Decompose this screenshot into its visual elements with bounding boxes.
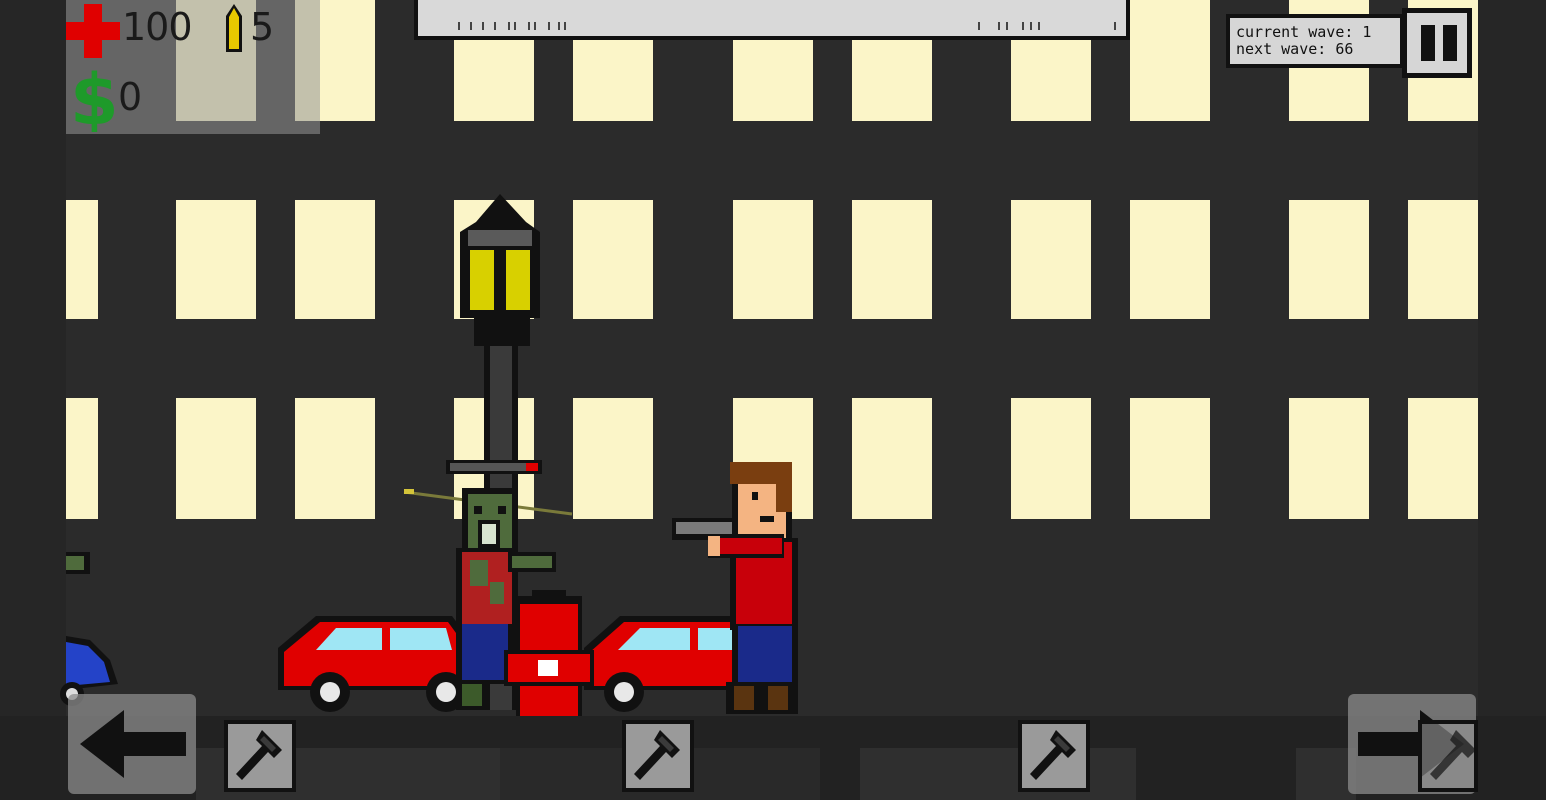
fire-hydrant — [504, 590, 594, 716]
health-cross-icon — [66, 4, 120, 58]
hammer-icon — [634, 730, 680, 780]
minimap-enemy-marker — [564, 22, 566, 30]
red-car — [278, 616, 470, 712]
minimap-enemy-marker — [508, 22, 510, 30]
ammo-value: 5 — [250, 5, 274, 49]
hammer-tool-slot[interactable] — [1018, 720, 1090, 792]
pause-button[interactable] — [1402, 8, 1472, 78]
minimap-enemy-marker — [1114, 22, 1116, 30]
minimap-enemy-marker — [548, 22, 550, 30]
svg-text:$: $ — [70, 60, 116, 132]
minimap-enemy-marker — [534, 22, 536, 30]
minimap-enemy-marker — [1030, 22, 1032, 30]
money-value: 0 — [118, 75, 142, 119]
minimap-enemy-marker — [494, 22, 496, 30]
hammer-icon — [1430, 730, 1476, 780]
arrow-left-icon — [80, 710, 186, 778]
move-left-button[interactable] — [68, 694, 196, 794]
minimap-enemy-marker — [528, 22, 530, 30]
status-panel: 100 5 $ 0 — [66, 0, 320, 134]
current-wave-label: current wave: 1 — [1236, 23, 1372, 41]
minimap-enemy-marker — [1038, 22, 1040, 30]
hammer-icon — [1030, 730, 1076, 780]
minimap-enemy-marker — [998, 22, 1000, 30]
minimap-enemy-marker — [514, 22, 516, 30]
minimap-enemy-marker — [1022, 22, 1024, 30]
pause-icon — [1421, 25, 1435, 61]
minimap-enemy-marker — [978, 22, 980, 30]
bullet-icon — [226, 4, 242, 52]
minimap-enemy-marker — [482, 22, 484, 30]
hammer-tool-slot[interactable] — [224, 720, 296, 792]
minimap-enemy-marker — [470, 22, 472, 30]
hammer-tool-slot[interactable] — [1418, 720, 1478, 792]
minimap-enemy-marker — [1006, 22, 1008, 30]
wave-info: current wave: 1 next wave: 66 — [1226, 14, 1404, 68]
next-wave-label: next wave: 66 — [1236, 40, 1354, 58]
hammer-tool-slot[interactable] — [622, 720, 694, 792]
game-screen: 100 5 $ 0 current wave: 1 next wave: 66 — [0, 0, 1546, 800]
health-value: 100 — [122, 5, 193, 49]
minimap-enemy-marker — [458, 22, 460, 30]
hammer-icon — [236, 730, 282, 780]
pause-icon — [1443, 25, 1457, 61]
dollar-icon: $ — [70, 60, 116, 132]
level-minimap — [414, 0, 1130, 40]
minimap-enemy-marker — [558, 22, 560, 30]
